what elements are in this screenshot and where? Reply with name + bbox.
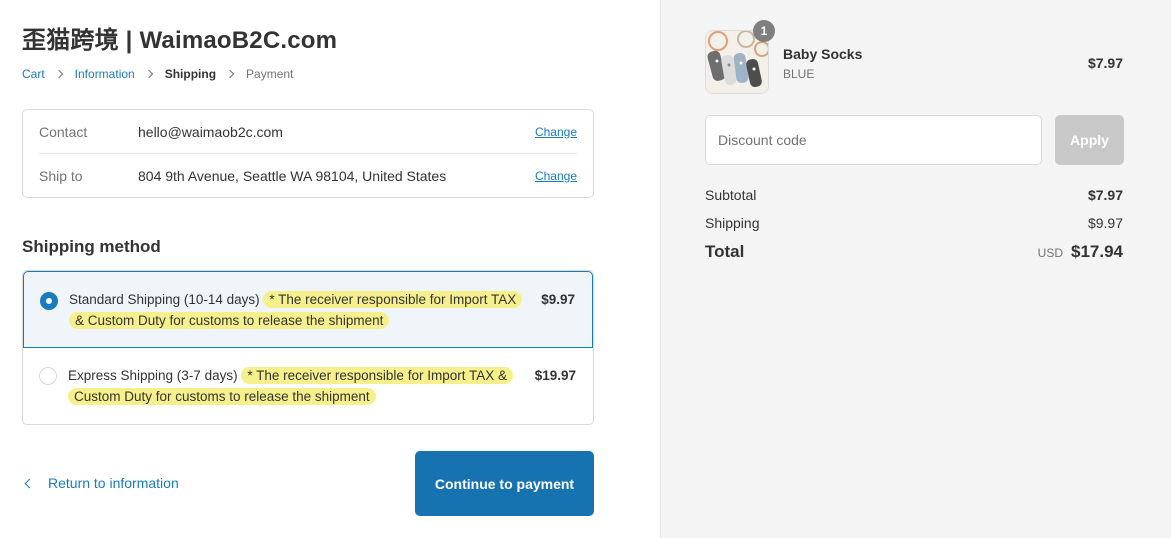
shipping-option-express[interactable]: Express Shipping (3-7 days) * The receiv…: [23, 348, 593, 424]
radio-button[interactable]: [39, 367, 57, 385]
radio-button-selected[interactable]: [40, 292, 58, 310]
shipping-note-line2: & Custom Duty for customs to release the…: [69, 312, 390, 329]
review-row-ship-to: Ship to 804 9th Avenue, Seattle WA 98104…: [39, 154, 577, 198]
chevron-left-icon: [24, 478, 35, 488]
total-label: Total: [705, 242, 745, 261]
breadcrumb: Cart Information Shipping Payment: [22, 67, 293, 81]
shipping-options: Standard Shipping (10-14 days) * The rec…: [22, 270, 594, 425]
chevron-right-icon: [225, 69, 235, 79]
review-block: Contact hello@waimaob2c.com Change Ship …: [22, 109, 594, 198]
subtotal-row: Subtotal $7.97: [705, 187, 1123, 203]
shipping-value: $9.97: [1087, 215, 1123, 231]
discount-code-input[interactable]: [705, 115, 1042, 165]
shipping-option-name: Express Shipping (3-7 days): [68, 368, 238, 383]
shipping-note-line1: * The receiver responsible for Import TA…: [263, 291, 523, 308]
continue-to-payment-button[interactable]: Continue to payment: [415, 451, 594, 516]
chevron-right-icon: [144, 69, 153, 79]
total-value: $17.94: [1071, 242, 1123, 261]
shipping-option-standard[interactable]: Standard Shipping (10-14 days) * The rec…: [23, 271, 593, 348]
total-amount: USD $17.94: [1038, 242, 1123, 262]
breadcrumb-shipping: Shipping: [164, 67, 217, 81]
change-ship-to-link[interactable]: Change: [535, 169, 577, 183]
quantity-badge: 1: [753, 20, 775, 42]
product-variant: BLUE: [783, 67, 815, 81]
shipping-option-price: $19.97: [534, 368, 576, 383]
shipping-method-title: Shipping method: [22, 237, 161, 256]
shipping-note-line1: * The receiver responsible for Import TA…: [241, 367, 513, 384]
shipping-option-text: Standard Shipping (10-14 days) * The rec…: [69, 289, 529, 331]
subtotal-label: Subtotal: [705, 187, 757, 203]
shipping-label: Shipping: [705, 215, 760, 231]
breadcrumb-payment: Payment: [246, 67, 294, 81]
product-price: $7.97: [1087, 55, 1123, 71]
return-to-information-link[interactable]: Return to information: [22, 475, 179, 491]
review-row-contact: Contact hello@waimaob2c.com Change: [39, 110, 577, 154]
breadcrumb-cart[interactable]: Cart: [22, 67, 45, 81]
ship-to-value: 804 9th Avenue, Seattle WA 98104, United…: [138, 168, 447, 184]
contact-value: hello@waimaob2c.com: [138, 123, 283, 140]
apply-discount-button[interactable]: Apply: [1055, 115, 1124, 165]
contact-label: Contact: [39, 123, 88, 140]
store-logo[interactable]: 歪猫跨境 | WaimaoB2C.com: [22, 20, 337, 55]
shipping-option-price: $9.97: [541, 292, 575, 307]
shipping-note-line2: Custom Duty for customs to release the s…: [68, 388, 376, 405]
subtotal-value: $7.97: [1087, 187, 1123, 203]
shipping-option-name: Standard Shipping (10-14 days): [69, 292, 260, 307]
ship-to-label: Ship to: [39, 168, 83, 184]
total-row: Total USD $17.94: [705, 242, 1123, 262]
breadcrumb-information[interactable]: Information: [75, 67, 135, 81]
checkout-main: 歪猫跨境 | WaimaoB2C.com Cart Information Sh…: [0, 0, 660, 538]
shipping-row: Shipping $9.97: [705, 215, 1123, 231]
order-summary: 1 Baby Socks BLUE $7.97 Apply Subtotal $…: [660, 0, 1171, 538]
shipping-option-text: Express Shipping (3-7 days) * The receiv…: [68, 365, 528, 407]
change-contact-link[interactable]: Change: [535, 125, 577, 139]
chevron-right-icon: [54, 69, 63, 79]
product-name: Baby Socks: [783, 46, 863, 62]
return-label: Return to information: [48, 475, 179, 491]
currency-code: USD: [1037, 246, 1063, 260]
